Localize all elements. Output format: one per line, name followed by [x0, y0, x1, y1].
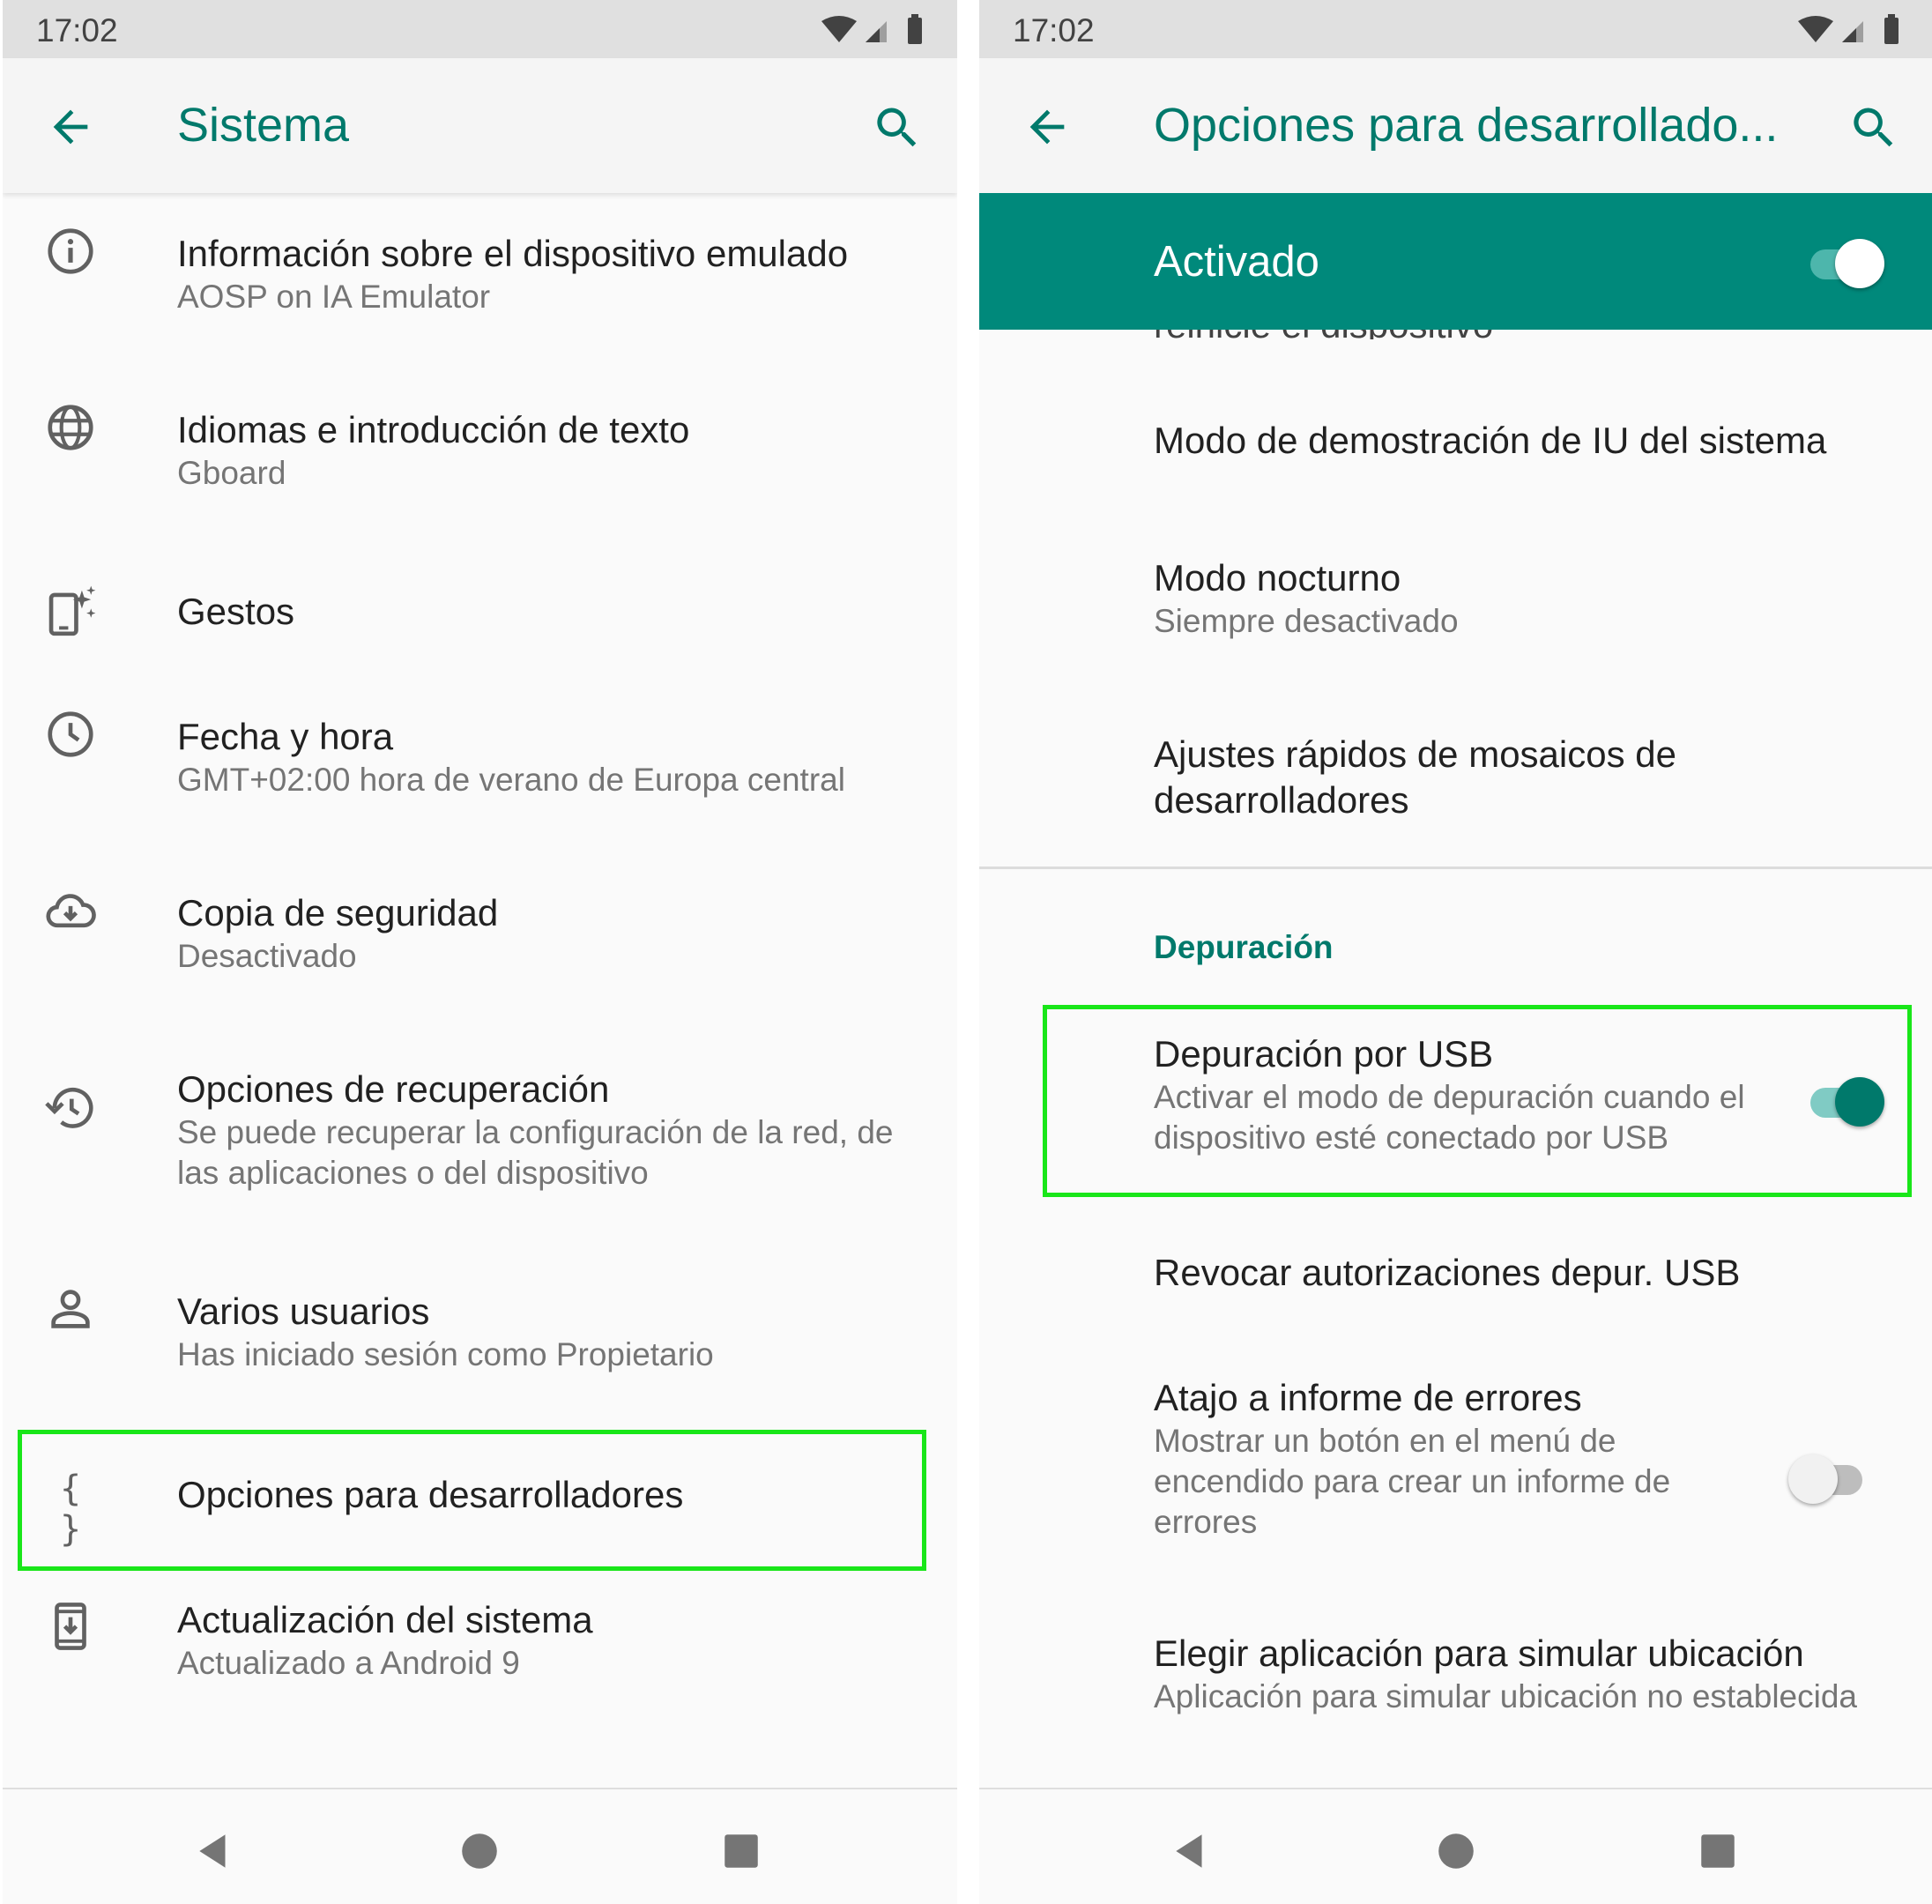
back-arrow-icon[interactable]: [1022, 101, 1073, 152]
system-update-icon: [55, 1603, 86, 1650]
item-title: Fecha y hora: [177, 716, 394, 757]
nav-recents-icon[interactable]: [1696, 1829, 1740, 1873]
item-title: Opciones de recuperación: [177, 1068, 610, 1110]
clock-icon: [48, 711, 93, 757]
item-title: Modo nocturno: [1154, 557, 1401, 599]
nav-home-icon[interactable]: [457, 1829, 502, 1873]
item-title: Revocar autorizaciones depur. USB: [1154, 1252, 1741, 1293]
item-subtitle: Gboard: [177, 455, 286, 491]
nav-back-icon[interactable]: [1169, 1829, 1213, 1873]
settings-item-system-update[interactable]: Actualización del sistema Actualizado a …: [3, 1578, 957, 1701]
item-subtitle: Desactivado: [177, 938, 357, 974]
signal-icon: [1842, 21, 1863, 42]
wifi-icon: [821, 16, 857, 42]
battery-icon: [1884, 14, 1899, 44]
item-subtitle: Se puede recuperar la configuración de l…: [177, 1114, 894, 1191]
setting-revoke-usb-auth[interactable]: Revocar autorizaciones depur. USB: [979, 1225, 1932, 1331]
settings-item-users[interactable]: Varios usuarios Has iniciado sesión como…: [3, 1269, 957, 1393]
switch-thumb: [1788, 1454, 1838, 1504]
nav-home-icon[interactable]: [1434, 1829, 1478, 1873]
signal-icon: [866, 21, 887, 42]
settings-item-languages[interactable]: Idiomas e introducción de texto Gboard: [3, 388, 957, 511]
search-icon[interactable]: [871, 101, 924, 154]
system-settings-screen: 17:02 Sistema Información sobre el dispo…: [3, 0, 957, 1904]
item-title: Varios usuarios: [177, 1290, 430, 1332]
item-title: Atajo a informe de errores: [1154, 1377, 1582, 1418]
page-title: Opciones para desarrollado...: [1154, 99, 1779, 152]
nav-back-icon[interactable]: [192, 1829, 236, 1873]
item-title: Actualización del sistema: [177, 1599, 593, 1640]
setting-night-mode[interactable]: Modo nocturno Siempre desactivado: [979, 538, 1932, 661]
settings-item-device-info[interactable]: Información sobre el dispositivo emulado…: [3, 212, 957, 335]
item-title: Ajustes rápidos de mosaicos de desarroll…: [1154, 733, 1676, 821]
status-bar: 17:02: [3, 0, 957, 58]
setting-system-ui-demo-mode[interactable]: Modo de demostración de IU del sistema: [979, 397, 1932, 502]
highlight-box: [18, 1430, 926, 1571]
gesture-phone-icon: [48, 585, 96, 636]
item-subtitle: AOSP on IA Emulator: [177, 279, 491, 315]
divider: [979, 866, 1932, 869]
master-switch-bar[interactable]: Activado: [979, 193, 1932, 330]
settings-item-date-time[interactable]: Fecha y hora GMT+02:00 hora de verano de…: [3, 695, 957, 818]
item-subtitle: GMT+02:00 hora de verano de Europa centr…: [177, 762, 845, 798]
wifi-icon: [1798, 16, 1833, 42]
item-title: Información sobre el dispositivo emulado: [177, 233, 849, 274]
history-icon: [45, 1087, 93, 1128]
status-icons: [821, 14, 922, 44]
item-title: Idiomas e introducción de texto: [177, 409, 690, 450]
master-switch-label: Activado: [1154, 238, 1319, 286]
item-subtitle: Siempre desactivado: [1154, 603, 1459, 639]
cloud-backup-icon: [46, 894, 96, 928]
search-icon[interactable]: [1847, 101, 1900, 154]
item-subtitle: Mostrar un botón en el menú de encendido…: [1154, 1423, 1671, 1540]
item-subtitle: Has iniciado sesión como Propietario: [177, 1336, 714, 1372]
item-title: Elegir aplicación para simular ubicación: [1154, 1633, 1804, 1674]
item-title: Gestos: [177, 591, 295, 632]
item-subtitle: Actualizado a Android 9: [177, 1645, 520, 1681]
status-time: 17:02: [36, 12, 118, 48]
status-icons: [1798, 14, 1899, 44]
person-icon: [51, 1290, 90, 1328]
developer-options-screen: 17:02 Opciones para desarrollado... rein…: [979, 0, 1932, 1904]
battery-icon: [908, 14, 922, 44]
switch-thumb: [1835, 239, 1884, 288]
item-subtitle: Aplicación para simular ubicación no est…: [1154, 1678, 1858, 1714]
item-title: Modo de demostración de IU del sistema: [1154, 420, 1827, 461]
app-bar: Opciones para desarrollado...: [979, 58, 1932, 193]
master-toggle[interactable]: [1803, 235, 1884, 288]
setting-bug-report-shortcut[interactable]: Atajo a informe de errores Mostrar un bo…: [979, 1357, 1932, 1560]
globe-icon: [48, 405, 93, 450]
back-arrow-icon[interactable]: [45, 101, 96, 152]
settings-item-backup[interactable]: Copia de seguridad Desactivado: [3, 871, 957, 994]
settings-item-gestures[interactable]: Gestos: [3, 564, 957, 661]
setting-mock-location-app[interactable]: Elegir aplicación para simular ubicación…: [979, 1613, 1932, 1781]
highlight-box: [1043, 1005, 1912, 1197]
page-title: Sistema: [177, 99, 350, 152]
item-title: Copia de seguridad: [177, 892, 499, 933]
settings-item-reset-options[interactable]: Opciones de recuperación Se puede recupe…: [3, 1047, 957, 1215]
setting-quick-settings-tiles[interactable]: Ajustes rápidos de mosaicos de desarroll…: [979, 714, 1932, 855]
status-time: 17:02: [1013, 12, 1095, 48]
section-header-debugging: Depuración: [1154, 929, 1334, 965]
bug-report-toggle[interactable]: [1788, 1451, 1869, 1504]
info-icon: [48, 228, 93, 274]
status-bar: 17:02: [979, 0, 1932, 58]
nav-recents-icon[interactable]: [719, 1829, 763, 1873]
app-bar: Sistema: [3, 58, 957, 193]
